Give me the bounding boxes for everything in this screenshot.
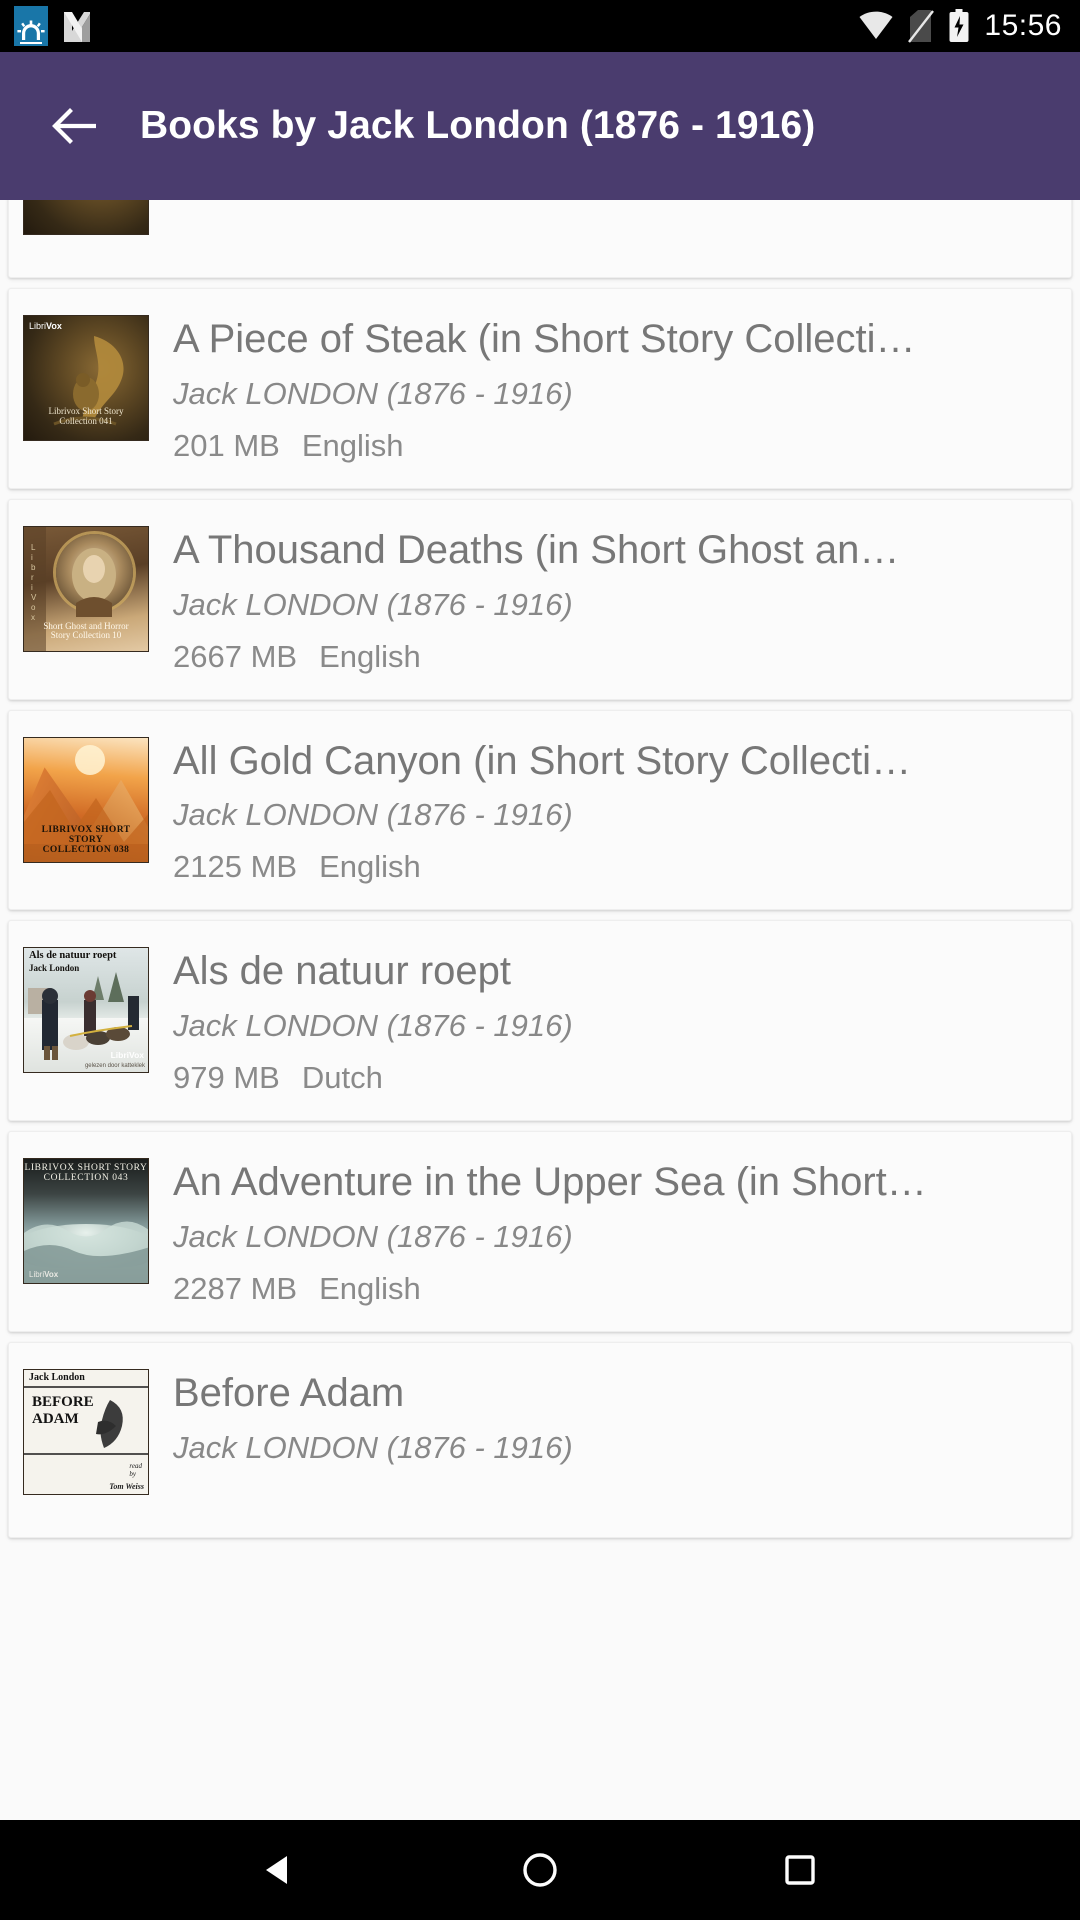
- book-cover-thumbnail: LibriVox Librivox Short Story Collection …: [23, 315, 149, 441]
- cover-author-label: Jack London: [29, 1371, 85, 1383]
- cover-reader-label: gelezen door katteklek: [84, 1063, 145, 1070]
- book-author: Jack LONDON (1876 - 1916): [173, 375, 573, 411]
- book-size: 2287 MB: [173, 1270, 298, 1306]
- book-size: 201 MB: [173, 427, 280, 463]
- fdroid-icon: [14, 6, 48, 46]
- book-title: Before Adam: [173, 1370, 405, 1415]
- book-cover-thumbnail: Als de natuur roept Jack London LibriVox…: [23, 947, 149, 1074]
- cover-reader-name-label: Tom Weiss: [109, 1481, 144, 1491]
- cover-brand-label: LibriVox: [29, 1270, 59, 1280]
- book-author: Jack LONDON (1876 - 1916): [173, 1218, 573, 1254]
- cover-author-label: Jack London: [29, 963, 80, 974]
- book-list[interactable]: 1011 MB English LibriVox Librivox Short …: [0, 200, 1080, 1820]
- list-item[interactable]: LibriVox Short Ghost and Horror Story Col…: [8, 498, 1072, 700]
- book-meta: 979 MB Dutch: [173, 1060, 1057, 1096]
- book-meta: 2287 MB English: [173, 1271, 1057, 1307]
- status-bar: 15:56: [0, 0, 1080, 52]
- book-meta: 201 MB English: [173, 428, 1057, 464]
- book-cover-thumbnail: LibriVox Short Ghost and Horror Story Col…: [23, 525, 149, 652]
- book-title: A Thousand Deaths (in Short Ghost an…: [173, 527, 900, 572]
- android-nougat-icon: [60, 6, 94, 46]
- book-language: Dutch: [301, 1060, 383, 1096]
- book-author: Jack LONDON (1876 - 1916): [173, 1429, 573, 1465]
- cover-brand-label: LibriVox: [29, 321, 62, 331]
- battery-charging-icon: [948, 9, 970, 43]
- back-triangle-icon[interactable]: [240, 1830, 320, 1910]
- no-sim-icon: [908, 9, 935, 43]
- book-meta: 2667 MB English: [173, 639, 1057, 675]
- cover-title-label: BEFORE ADAM: [32, 1393, 94, 1428]
- book-size: 2667 MB: [173, 638, 298, 674]
- list-bottom-fade: [0, 1700, 1080, 1820]
- book-size: 979 MB: [173, 1060, 280, 1096]
- phone-screen: 15:56 Books by Jack London (1876 - 1916)…: [0, 0, 1080, 1920]
- book-title: An Adventure in the Upper Sea (in Short…: [173, 1160, 927, 1205]
- book-language: English: [319, 1270, 421, 1306]
- cover-brand-label: LibriVox: [110, 1050, 144, 1061]
- book-meta: 2125 MB English: [173, 849, 1057, 885]
- list-item[interactable]: LibriVox Librivox Short Story Collection …: [8, 288, 1072, 489]
- cover-caption: Librivox Short Story Collection 041: [48, 406, 124, 426]
- home-circle-icon[interactable]: [500, 1830, 580, 1910]
- status-bar-right-icons: 15:56: [858, 9, 1062, 43]
- cover-caption: LIBRIVOX SHORT STORY COLLECTION 043: [24, 1163, 148, 1184]
- list-item[interactable]: 1011 MB English: [8, 200, 1072, 278]
- book-cover-thumbnail: Jack London BEFORE ADAM read by Tom Weiss: [23, 1368, 149, 1495]
- book-author: Jack LONDON (1876 - 1916): [173, 1008, 573, 1044]
- wifi-icon: [858, 11, 894, 41]
- clock-time: 15:56: [984, 9, 1062, 42]
- app-bar: Books by Jack London (1876 - 1916): [0, 52, 1080, 200]
- book-language: English: [319, 638, 421, 674]
- book-cover-thumbnail: LIBRIVOX SHORT STORY COLLECTION 043 Libri…: [23, 1158, 149, 1285]
- recents-square-icon[interactable]: [760, 1830, 840, 1910]
- cover-reader-label: read by: [129, 1461, 142, 1478]
- book-title: All Gold Canyon (in Short Story Collecti…: [173, 738, 912, 783]
- book-title: Als de natuur roept: [173, 949, 511, 994]
- book-language: English: [301, 427, 404, 463]
- book-cover-thumbnail: [23, 200, 149, 235]
- list-item[interactable]: Als de natuur roept Jack London LibriVox…: [8, 920, 1072, 1122]
- list-item[interactable]: LIBRIVOX SHORT STORY COLLECTION 038 All G…: [8, 709, 1072, 911]
- cover-brand-label: LibriVox: [31, 542, 38, 622]
- navigation-bar: [0, 1820, 1080, 1920]
- book-author: Jack LONDON (1876 - 1916): [173, 586, 573, 622]
- book-size: 2125 MB: [173, 849, 298, 885]
- status-bar-left-icons: [14, 6, 94, 46]
- book-title: A Piece of Steak (in Short Story Collect…: [173, 317, 916, 361]
- back-arrow-icon[interactable]: [38, 91, 108, 161]
- book-language: English: [319, 849, 421, 885]
- cover-title-label: Als de natuur roept: [29, 950, 117, 962]
- page-title: Books by Jack London (1876 - 1916): [140, 104, 816, 147]
- cover-caption: Short Ghost and Horror Story Collection 1…: [43, 620, 129, 641]
- cover-caption: LIBRIVOX SHORT STORY COLLECTION 038: [41, 824, 131, 855]
- book-cover-thumbnail: LIBRIVOX SHORT STORY COLLECTION 038: [23, 736, 149, 863]
- list-item[interactable]: LIBRIVOX SHORT STORY COLLECTION 043 Libri…: [8, 1131, 1072, 1332]
- book-author: Jack LONDON (1876 - 1916): [173, 797, 573, 833]
- list-item[interactable]: Jack London BEFORE ADAM read by Tom Weiss …: [8, 1341, 1072, 1538]
